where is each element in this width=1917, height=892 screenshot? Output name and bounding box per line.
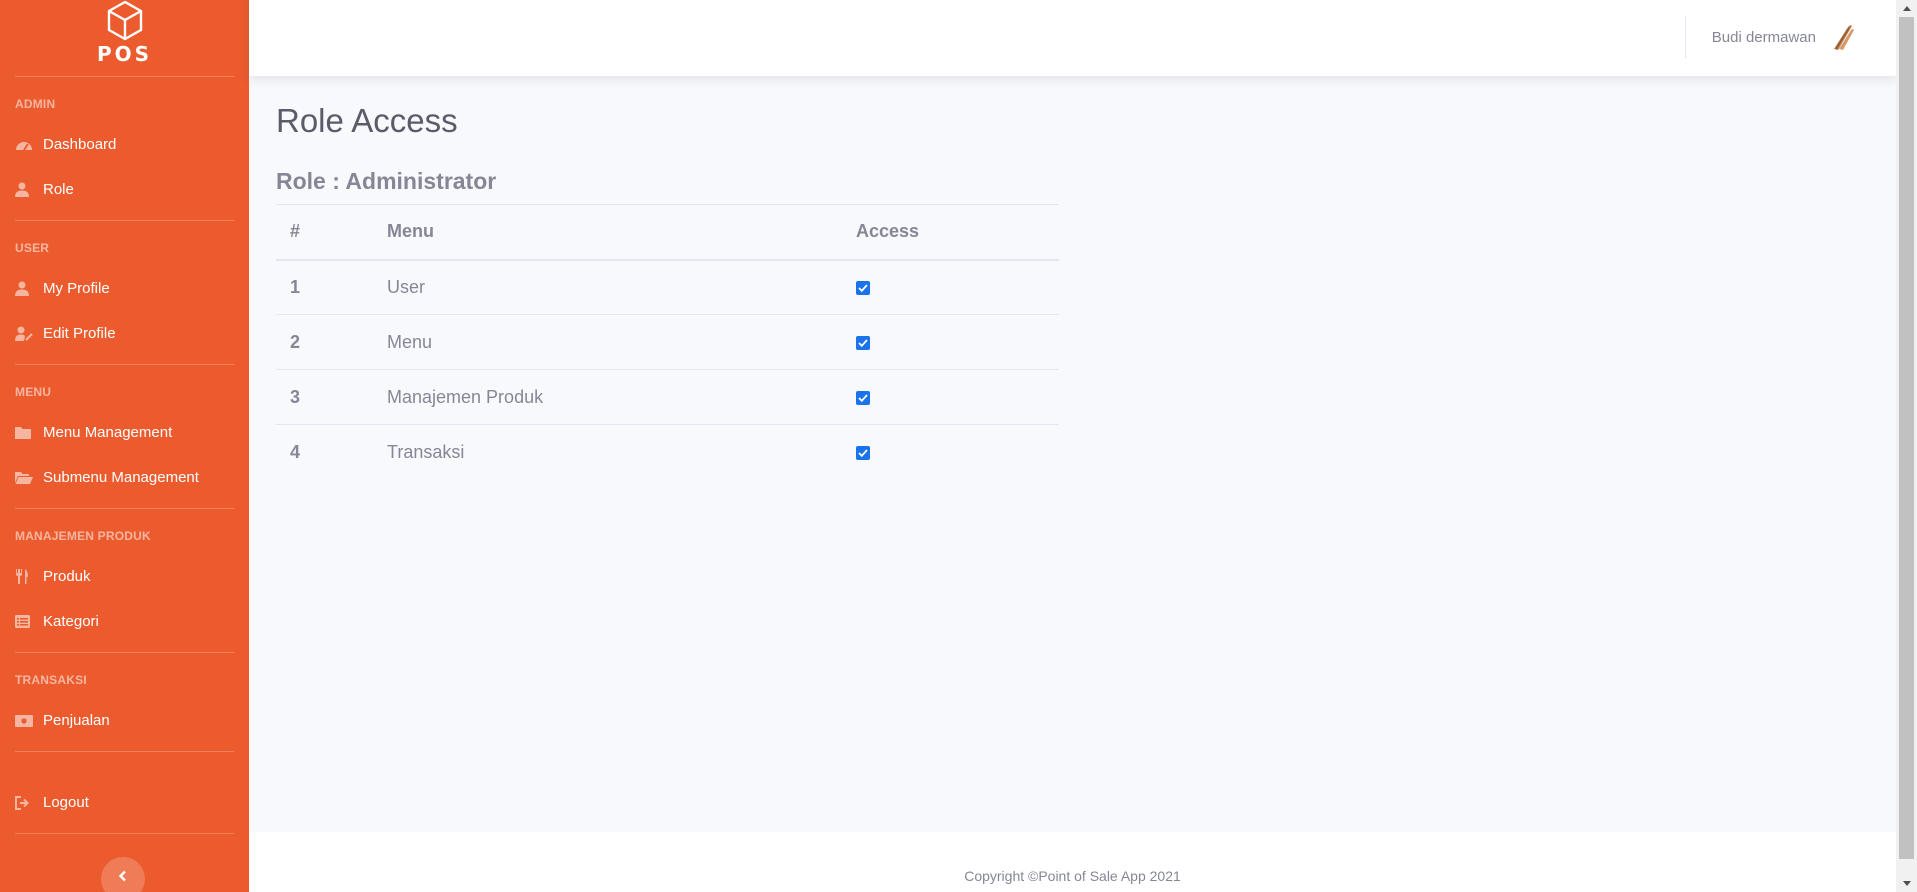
row-menu-name: User [387, 259, 856, 315]
dashboard-icon [15, 137, 35, 153]
row-number: 2 [276, 314, 387, 370]
sidebar-divider [15, 76, 234, 77]
sign-out-icon [15, 795, 35, 811]
user-tie-icon [15, 182, 35, 198]
column-header-access: Access [856, 204, 1059, 261]
user-icon [15, 281, 35, 297]
sidebar-item-produk[interactable]: Produk [0, 554, 249, 599]
sidebar-item-label: Kategori [43, 613, 99, 630]
row-menu-name: Transaksi [387, 424, 856, 480]
chevron-left-icon [118, 870, 126, 882]
user-dropdown[interactable]: Budi dermawan [1712, 21, 1858, 53]
sidebar-item-edit-profile[interactable]: Edit Profile [0, 311, 249, 356]
scrollbar[interactable] [1896, 0, 1917, 892]
check-icon [858, 339, 868, 347]
role-label: Role : Administrator [276, 168, 497, 194]
access-checkbox[interactable] [856, 390, 870, 405]
row-menu-name: Manajemen Produk [387, 369, 856, 425]
sidebar-item-label: Produk [43, 568, 91, 585]
sidebar-item-my-profile[interactable]: My Profile [0, 266, 249, 311]
access-checkbox[interactable] [856, 446, 870, 460]
sidebar-divider [15, 652, 234, 653]
brand-text: POS [96, 42, 153, 66]
access-checkbox-cell [856, 369, 1059, 425]
sidebar-item-label: Edit Profile [43, 325, 116, 342]
scroll-up-arrow[interactable] [1896, 0, 1917, 17]
topbar-divider [1685, 16, 1686, 58]
role-access-table: # Menu Access 1 User 2 Menu 3 Manajemen … [276, 204, 1059, 480]
money-bill-icon [15, 713, 35, 729]
sidebar-item-label: Penjualan [43, 712, 110, 729]
sidebar-divider [15, 364, 234, 365]
sidebar-item-logout[interactable]: Logout [0, 780, 249, 825]
sidebar-divider [15, 833, 234, 834]
scrollbar-thumb[interactable] [1899, 17, 1914, 859]
sidebar-item-submenu-management[interactable]: Submenu Management [0, 455, 249, 500]
sidebar-divider [15, 220, 234, 221]
sidebar: POS ADMIN Dashboard Role USER My Profile… [0, 0, 249, 892]
sidebar-heading-admin: ADMIN [15, 97, 56, 111]
folder-icon [15, 425, 35, 441]
sidebar-heading-transaksi: TRANSAKSI [15, 673, 87, 687]
check-icon [858, 394, 868, 402]
scroll-down-arrow[interactable] [1896, 875, 1917, 892]
user-name: Budi dermawan [1711, 28, 1816, 46]
sidebar-item-label: Dashboard [43, 136, 117, 153]
access-checkbox-cell [856, 259, 1059, 315]
sidebar-item-menu-management[interactable]: Menu Management [0, 410, 249, 455]
avatar [1826, 21, 1858, 53]
sidebar-divider [15, 508, 234, 509]
sidebar-toggle-button[interactable] [101, 857, 145, 892]
access-checkbox-cell [856, 314, 1059, 370]
sidebar-item-label: Logout [43, 794, 89, 811]
row-number: 1 [276, 259, 387, 315]
access-checkbox-cell [856, 424, 1059, 480]
sidebar-item-role[interactable]: Role [0, 167, 249, 212]
topbar: Budi dermawan [249, 0, 1896, 76]
sidebar-item-kategori[interactable]: Kategori [0, 599, 249, 644]
column-header-number: # [276, 204, 387, 261]
row-menu-name: Menu [387, 314, 856, 370]
sidebar-item-label: My Profile [43, 280, 110, 297]
row-number: 3 [276, 369, 387, 425]
sidebar-item-penjualan[interactable]: Penjualan [0, 698, 249, 743]
table-header-row: # Menu Access [276, 204, 1059, 261]
table-row: 2 Menu [276, 314, 1059, 370]
page-title: Role Access [276, 102, 458, 139]
copyright-text: Copyright ©Point of Sale App 2021 [964, 868, 1181, 884]
utensils-icon [15, 569, 35, 585]
list-icon [15, 614, 35, 630]
footer: Copyright ©Point of Sale App 2021 [249, 832, 1896, 892]
row-number: 4 [276, 424, 387, 480]
column-header-menu: Menu [387, 204, 856, 261]
user-edit-icon [15, 326, 35, 342]
sidebar-heading-user: USER [15, 241, 50, 255]
sidebar-item-dashboard[interactable]: Dashboard [0, 122, 249, 167]
access-checkbox[interactable] [856, 335, 870, 350]
check-icon [858, 284, 868, 292]
sidebar-heading-menu: MENU [15, 385, 52, 399]
sidebar-heading-manajemen-produk: MANAJEMEN PRODUK [15, 529, 151, 543]
table-row: 1 User [276, 259, 1059, 315]
table-row: 4 Transaksi [276, 424, 1059, 480]
table-row: 3 Manajemen Produk [276, 369, 1059, 425]
folder-open-icon [15, 470, 35, 486]
access-checkbox[interactable] [856, 281, 870, 295]
brand[interactable]: POS [0, 0, 249, 76]
sidebar-item-label: Menu Management [43, 424, 173, 441]
box-icon [107, 0, 142, 41]
sidebar-item-label: Role [43, 181, 74, 198]
check-icon [858, 449, 868, 457]
sidebar-item-label: Submenu Management [43, 469, 199, 486]
